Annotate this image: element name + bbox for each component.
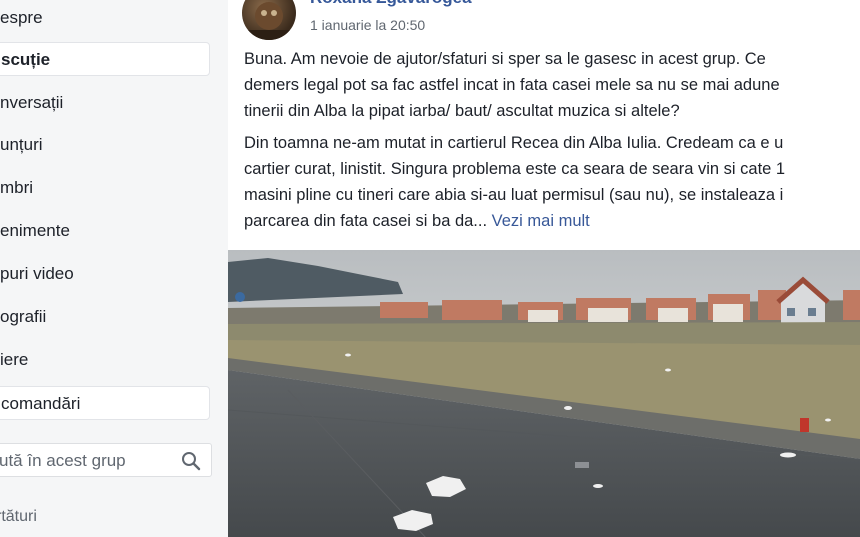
- post-card: Roxana Zgavarogea 1 ianuarie la 20:50 Bu…: [228, 0, 860, 537]
- see-more-link[interactable]: Vezi mai mult: [492, 212, 590, 230]
- sidebar-item-label: comandări: [1, 394, 81, 413]
- post-timestamp[interactable]: 1 ianuarie la 20:50: [310, 17, 425, 33]
- sidebar-item-label: scuție: [1, 50, 51, 69]
- group-sidebar: espre scuție nversații unțuri mbri enime…: [0, 0, 228, 537]
- avatar[interactable]: [242, 0, 296, 40]
- sidebar-item-label: espre: [0, 8, 43, 27]
- post-paragraph: Din toamna ne-am mutat in cartierul Rece…: [244, 130, 860, 234]
- sidebar-item-label: mbri: [0, 178, 34, 197]
- search-icon[interactable]: [181, 451, 201, 476]
- sidebar-item-conversations[interactable]: nversații: [0, 86, 210, 120]
- sidebar-item-photos[interactable]: ografii: [0, 300, 210, 334]
- sidebar-item-label: unțuri: [0, 135, 43, 154]
- sidebar-item-label: ografii: [0, 307, 47, 326]
- sidebar-item-members[interactable]: mbri: [0, 171, 210, 205]
- group-search-input[interactable]: [0, 444, 177, 478]
- sidebar-item-recommendations[interactable]: comandări: [0, 386, 210, 420]
- shortcuts-label: rtături: [0, 508, 37, 525]
- post-paragraph: Buna. Am nevoie de ajutor/sfaturi si spe…: [244, 50, 780, 120]
- sidebar-item-announcements[interactable]: unțuri: [0, 128, 210, 162]
- post-author-link[interactable]: Roxana Zgavarogea: [310, 0, 472, 8]
- sidebar-item-files[interactable]: iere: [0, 343, 210, 377]
- sidebar-item-discussion[interactable]: scuție: [0, 42, 210, 76]
- group-search-box: [0, 443, 212, 478]
- post-photo[interactable]: [228, 250, 860, 537]
- sidebar-item-label: iere: [0, 350, 29, 369]
- sidebar-item-label: nversații: [0, 93, 64, 112]
- sidebar-item-label: puri video: [0, 264, 74, 283]
- sidebar-item-about[interactable]: espre: [0, 1, 210, 35]
- sidebar-item-videos[interactable]: puri video: [0, 257, 210, 291]
- sidebar-item-events[interactable]: enimente: [0, 214, 210, 248]
- sidebar-item-label: enimente: [0, 221, 70, 240]
